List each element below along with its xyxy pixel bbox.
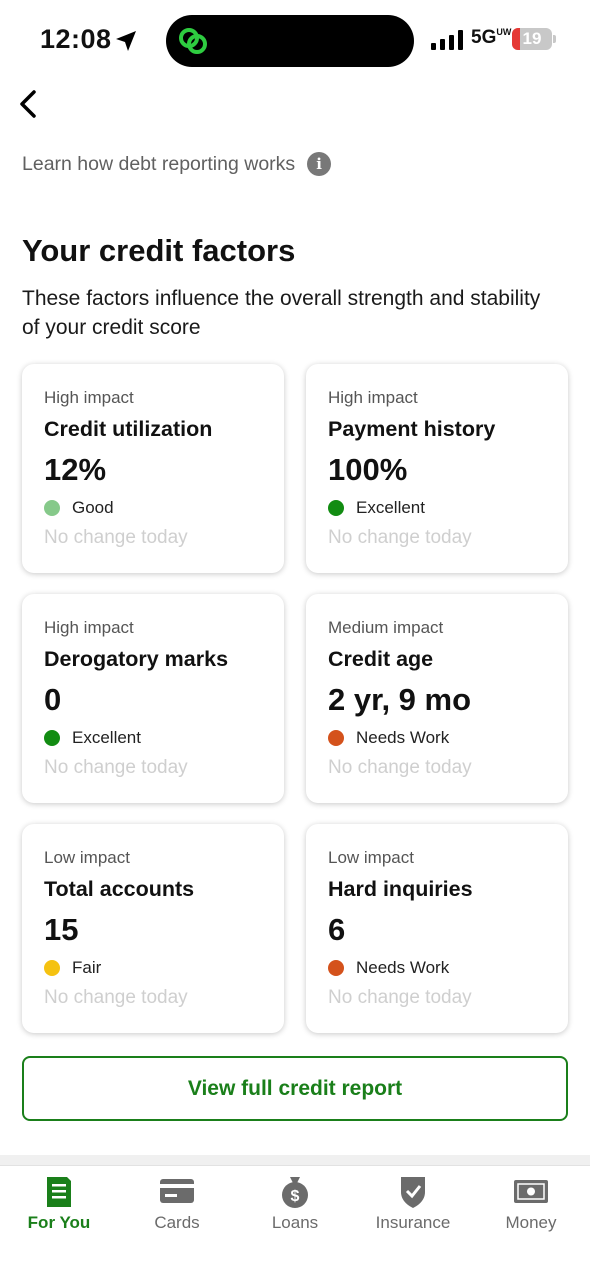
- document-icon: [47, 1177, 71, 1207]
- rating-dot-icon: [44, 960, 60, 976]
- cellular-signal-icon: [431, 30, 463, 50]
- rating-dot-icon: [328, 960, 344, 976]
- factor-value: 0: [44, 682, 62, 717]
- tab-cards[interactable]: Cards: [118, 1166, 236, 1246]
- section-divider: [0, 1155, 590, 1165]
- impact-label: Low impact: [44, 848, 130, 867]
- rating: Excellent: [44, 728, 141, 748]
- impact-label: High impact: [328, 388, 418, 407]
- back-chevron-icon[interactable]: [12, 86, 48, 122]
- rating-label: Needs Work: [356, 958, 450, 977]
- view-full-credit-report-button[interactable]: View full credit report: [22, 1056, 568, 1121]
- factor-card-payment-history[interactable]: High impact Payment history 100% Excelle…: [306, 364, 568, 573]
- tab-label: Cards: [154, 1213, 200, 1232]
- battery-icon: 19: [512, 28, 552, 50]
- rating-dot-icon: [44, 730, 60, 746]
- network-label: 5GUW: [471, 27, 512, 48]
- factor-name: Hard inquiries: [328, 877, 473, 901]
- change-note: No change today: [328, 527, 472, 548]
- rating-dot-icon: [328, 730, 344, 746]
- factor-card-derogatory-marks[interactable]: High impact Derogatory marks 0 Excellent…: [22, 594, 284, 803]
- status-time: 12:08: [40, 24, 112, 54]
- rating-label: Fair: [72, 958, 102, 977]
- factor-value: 15: [44, 912, 79, 947]
- change-note: No change today: [328, 757, 472, 778]
- impact-label: High impact: [44, 618, 134, 637]
- info-icon[interactable]: i: [307, 152, 332, 176]
- rating-label: Excellent: [356, 498, 425, 517]
- change-note: No change today: [44, 757, 188, 778]
- rating-label: Excellent: [72, 728, 141, 747]
- bottom-tab-bar: For You Cards $ Loans Insurance Money: [0, 1165, 590, 1281]
- section-title: Your credit factors: [22, 233, 296, 268]
- svg-text:$: $: [291, 1188, 300, 1205]
- factor-card-hard-inquiries[interactable]: Low impact Hard inquiries 6 Needs Work N…: [306, 824, 568, 1033]
- factor-card-total-accounts[interactable]: Low impact Total accounts 15 Fair No cha…: [22, 824, 284, 1033]
- learn-debt-reporting-link[interactable]: Learn how debt reporting works i: [22, 150, 332, 178]
- factor-name: Credit age: [328, 647, 434, 671]
- dynamic-island: [166, 15, 414, 67]
- rating: Needs Work: [328, 728, 449, 748]
- factor-value: 6: [328, 912, 346, 947]
- change-note: No change today: [44, 527, 188, 548]
- factor-name: Credit utilization: [44, 417, 213, 441]
- rating: Needs Work: [328, 958, 449, 978]
- impact-label: Low impact: [328, 848, 414, 867]
- location-arrow-icon: [116, 31, 136, 51]
- banknote-icon: [514, 1180, 548, 1203]
- tab-loans[interactable]: $ Loans: [236, 1166, 354, 1246]
- factor-card-credit-age[interactable]: Medium impact Credit age 2 yr, 9 mo Need…: [306, 594, 568, 803]
- rating: Excellent: [328, 498, 425, 518]
- rating-dot-icon: [44, 500, 60, 516]
- rating-label: Good: [72, 498, 114, 517]
- impact-label: High impact: [44, 388, 134, 407]
- tab-label: Money: [505, 1213, 557, 1232]
- factor-name: Total accounts: [44, 877, 195, 901]
- rating: Good: [44, 498, 114, 518]
- tab-label: Loans: [271, 1213, 319, 1232]
- learn-debt-reporting-text: Learn how debt reporting works: [22, 152, 296, 175]
- money-bag-icon: $: [282, 1177, 308, 1208]
- rating: Fair: [44, 958, 101, 978]
- rating-dot-icon: [328, 500, 344, 516]
- tab-for-you[interactable]: For You: [0, 1166, 118, 1246]
- impact-label: Medium impact: [328, 618, 444, 637]
- factor-value: 100%: [328, 452, 408, 487]
- factor-value: 2 yr, 9 mo: [328, 682, 472, 717]
- app-activity-icon: [179, 28, 207, 54]
- shield-check-icon: [401, 1177, 425, 1208]
- tab-label: Insurance: [375, 1213, 451, 1232]
- factor-card-credit-utilization[interactable]: High impact Credit utilization 12% Good …: [22, 364, 284, 573]
- battery-percent: 19: [522, 29, 542, 48]
- credit-card-icon: [160, 1179, 194, 1203]
- change-note: No change today: [328, 987, 472, 1008]
- tab-label: For You: [27, 1213, 91, 1232]
- section-description: These factors influence the overall stre…: [22, 287, 541, 339]
- factor-value: 12%: [44, 452, 107, 487]
- change-note: No change today: [44, 987, 188, 1008]
- rating-label: Needs Work: [356, 728, 450, 747]
- status-bar: 12:08 5GUW 19: [0, 0, 590, 80]
- factor-name: Derogatory marks: [44, 647, 229, 671]
- tab-money[interactable]: Money: [472, 1166, 590, 1246]
- battery-nub: [553, 35, 556, 43]
- factor-name: Payment history: [328, 417, 496, 441]
- tab-insurance[interactable]: Insurance: [354, 1166, 472, 1246]
